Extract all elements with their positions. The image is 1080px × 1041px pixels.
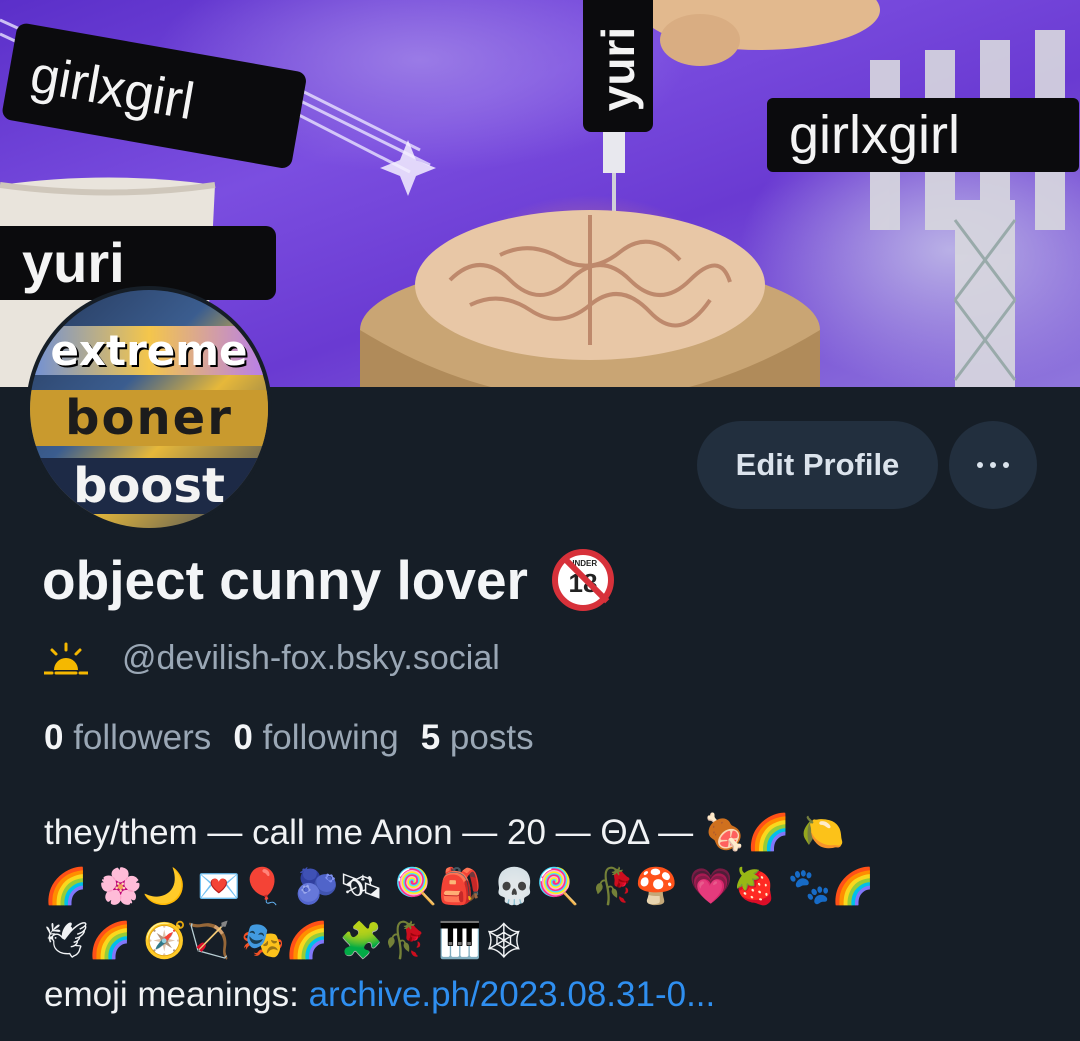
display-name: object cunny lover UNDER 18 (42, 548, 614, 612)
bio-emoji-line: 🌈 🌸🌙 💌🎈 🫐🛰 🍭🎒 💀🍭 🥀🍄 💗🍓 🐾🌈 (44, 867, 875, 907)
sunrise-icon (44, 642, 88, 675)
avatar-text-line: extreme (30, 326, 268, 375)
handle[interactable]: @devilish-fox.bsky.social (122, 639, 500, 678)
bio-emoji-line: 🕊🌈 🧭🏹 🎭🌈 🧩🥀 🎹🕸 (44, 921, 527, 961)
banner-tag: girlxgirl (767, 98, 1079, 172)
more-options-button[interactable] (949, 421, 1037, 509)
followers-count: 0 (44, 718, 64, 757)
following-count: 0 (233, 718, 253, 757)
posts-label: posts (449, 718, 534, 757)
bio-emoji: 🍖🌈 🍋 (702, 813, 845, 853)
followers-stat[interactable]: 0 followers (44, 718, 211, 757)
avatar-text-line: boost (30, 458, 268, 514)
bio-link-prefix: emoji meanings: (44, 975, 309, 1014)
banner-tag: yuri (583, 0, 653, 132)
emoji-meanings-link[interactable]: archive.ph/2023.08.31-0... (309, 975, 716, 1014)
posts-count: 5 (420, 718, 441, 757)
avatar-text-line: boner (30, 390, 268, 446)
following-stat[interactable]: 0 following (233, 718, 398, 757)
display-name-text: object cunny lover (42, 549, 528, 611)
bio-text: they/them — call me Anon — 20 — ΘΔ — (44, 813, 703, 852)
banner-tag-text: yuri (592, 26, 644, 111)
avatar[interactable]: extreme boner boost (26, 286, 272, 532)
bio-line: emoji meanings: archive.ph/2023.08.31-0.… (44, 968, 1044, 1022)
edit-profile-button[interactable]: Edit Profile (697, 421, 938, 509)
no-under-18-icon: UNDER 18 (551, 549, 614, 611)
avatar-image: extreme boner boost (30, 290, 268, 528)
profile-stats: 0 followers 0 following 5 posts (44, 718, 534, 758)
following-label: following (262, 718, 399, 757)
handle-row: @devilish-fox.bsky.social (44, 636, 500, 680)
posts-stat: 5 posts (421, 718, 534, 757)
profile-bio: they/them — call me Anon — 20 — ΘΔ — 🍖🌈 … (44, 806, 1044, 1022)
followers-label: followers (73, 718, 212, 757)
bio-line: they/them — call me Anon — 20 — ΘΔ — 🍖🌈 … (44, 806, 1044, 860)
